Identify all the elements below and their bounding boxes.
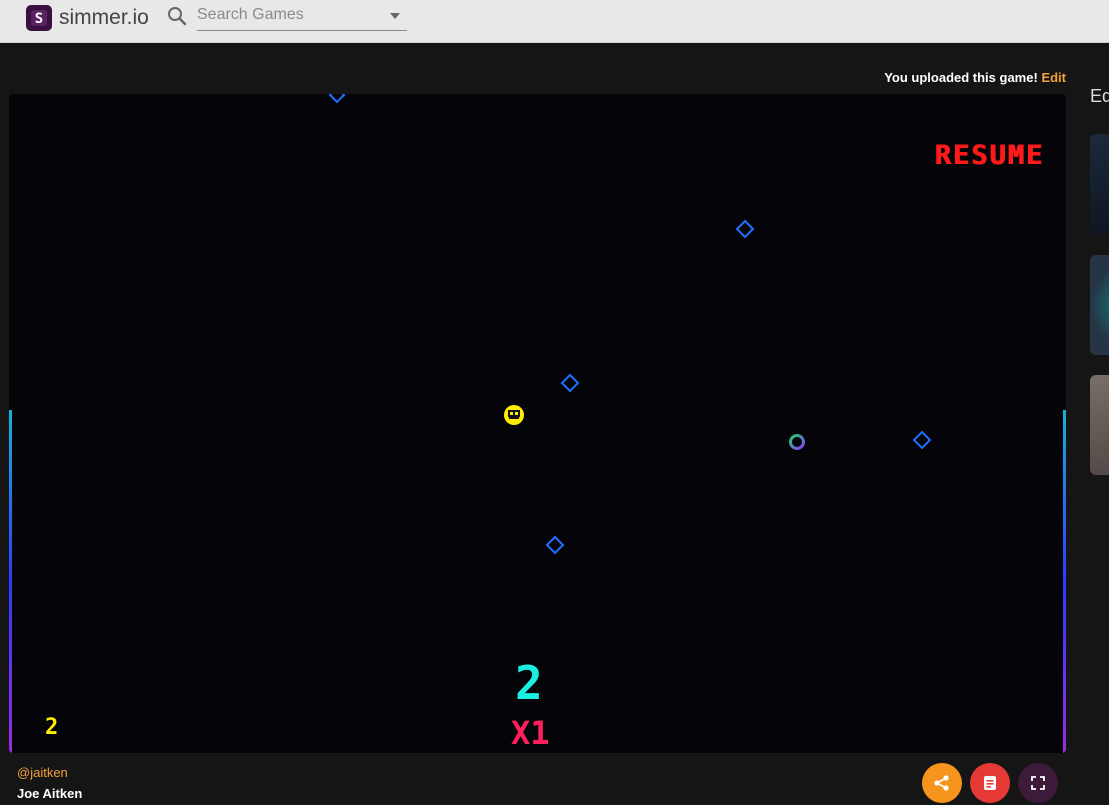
game-thumbnail[interactable] — [1090, 255, 1109, 355]
resume-button[interactable]: RESUME — [934, 140, 1044, 171]
share-icon — [934, 775, 949, 791]
fullscreen-icon — [1031, 776, 1045, 790]
share-button[interactable] — [922, 763, 962, 803]
game-thumbnail[interactable] — [1090, 134, 1109, 234]
sidebar-heading: Ed — [1090, 86, 1109, 106]
svg-text:S: S — [35, 11, 43, 27]
score-display: 2 — [515, 656, 543, 710]
brand-name[interactable]: simmer.io — [59, 6, 149, 30]
search-input[interactable] — [197, 2, 377, 28]
enemy-diamond — [560, 373, 580, 393]
author-name: Joe Aitken — [17, 786, 83, 801]
notes-button[interactable] — [970, 763, 1010, 803]
player-ship — [504, 405, 524, 425]
ring-pickup — [789, 434, 805, 450]
right-wall — [1063, 410, 1066, 753]
enemy-diamond — [545, 535, 565, 555]
enemy-diamond — [735, 219, 755, 239]
multiplier-display: X1 — [511, 714, 550, 752]
enemy-diamond — [912, 430, 932, 450]
search-field — [197, 2, 407, 31]
game-scene — [9, 94, 1066, 753]
search-icon — [166, 5, 188, 27]
game-canvas[interactable]: RESUME 2 X1 2 — [9, 94, 1066, 753]
lives-counter: 2 — [45, 715, 59, 740]
edit-link[interactable]: Edit — [1041, 70, 1066, 85]
upload-notice: You uploaded this game! Edit — [884, 70, 1066, 85]
chevron-down-icon[interactable] — [389, 12, 401, 20]
top-bar: S simmer.io — [0, 0, 1109, 43]
simmer-logo-icon[interactable]: S — [26, 5, 52, 31]
notes-icon — [984, 776, 996, 790]
author-handle-link[interactable]: @jaitken — [17, 765, 68, 780]
game-thumbnail[interactable] — [1090, 375, 1109, 475]
enemy-diamond — [328, 94, 346, 104]
upload-notice-text: You uploaded this game! — [884, 70, 1038, 85]
fullscreen-button[interactable] — [1018, 763, 1058, 803]
left-wall — [9, 410, 12, 753]
